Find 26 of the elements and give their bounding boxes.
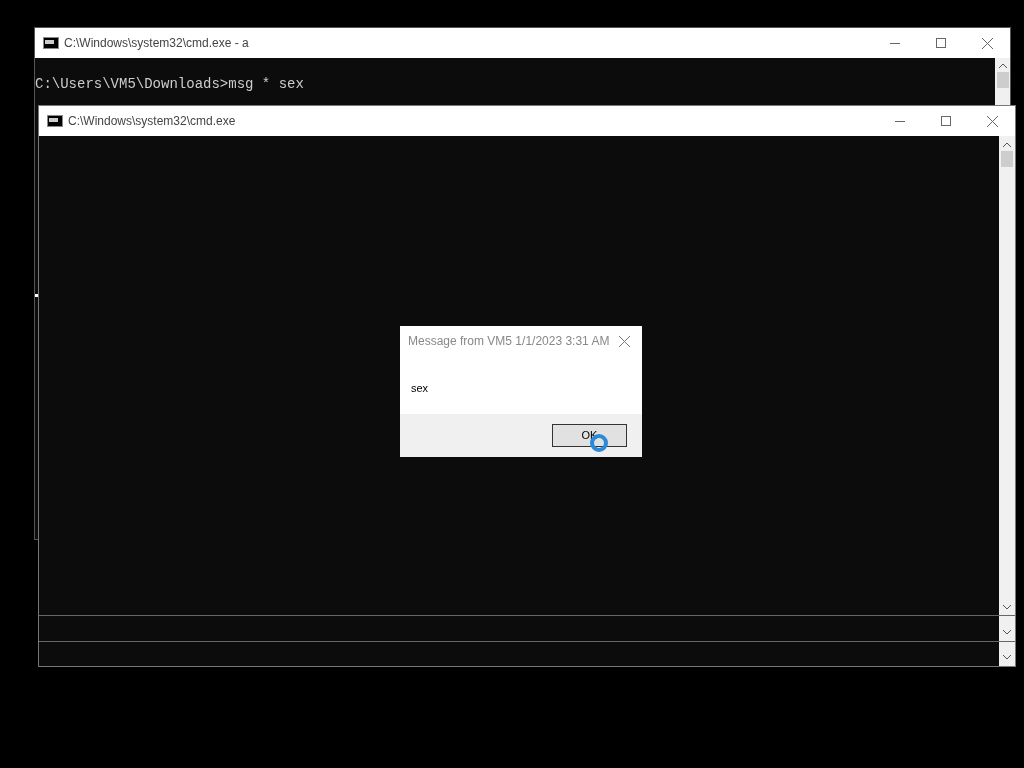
close-icon (986, 115, 998, 127)
maximize-icon (941, 116, 951, 126)
dialog-title: Message from VM5 1/1/2023 3:31 AM (408, 333, 610, 350)
terminal-icon (47, 115, 63, 127)
scroll-down-icon (1003, 630, 1011, 635)
scroll-thumb[interactable] (1001, 151, 1013, 167)
console-line: C:\Users\VM5\Downloads>msg * sex (35, 75, 305, 94)
scrollbar[interactable] (995, 58, 1010, 108)
minimize-icon (890, 42, 900, 44)
scroll-thumb[interactable] (996, 72, 1009, 88)
minimize-icon (895, 120, 905, 122)
scrollbar[interactable] (999, 616, 1015, 641)
close-icon (981, 37, 993, 49)
window-title: C:\Windows\system32\cmd.exe - a (64, 35, 249, 52)
maximize-icon (936, 38, 946, 48)
window-title: C:\Windows\system32\cmd.exe (68, 113, 236, 130)
message-text: sex (411, 382, 429, 394)
scroll-up-icon (1003, 142, 1011, 147)
scroll-up-icon (998, 63, 1007, 68)
scrollbar[interactable] (999, 136, 1015, 615)
terminal-icon (43, 37, 59, 49)
scroll-down-icon (1003, 605, 1011, 610)
scroll-down-icon (1003, 655, 1011, 660)
ok-button[interactable]: OK (552, 424, 627, 447)
scrollbar[interactable] (999, 642, 1015, 666)
close-icon (618, 335, 630, 347)
